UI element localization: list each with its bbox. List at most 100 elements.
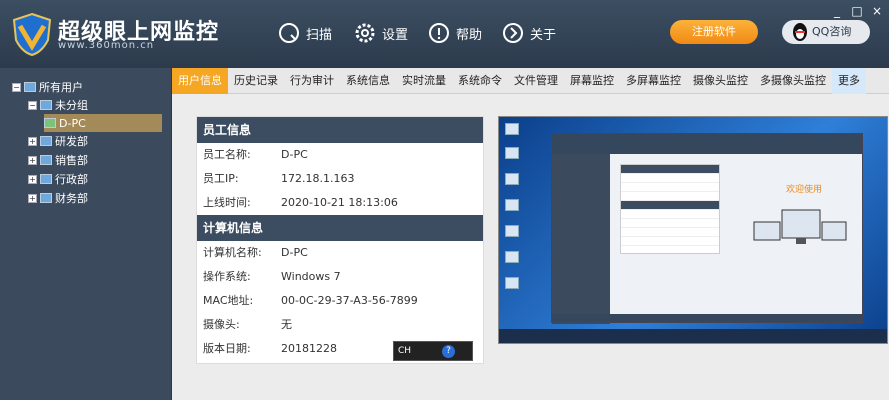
info-label: 员工名称: (203, 148, 251, 161)
desktop-icon (505, 199, 519, 211)
user-info-card: 员工信息 员工名称: D-PC 员工IP: 172.18.1.163 上线时间:… (196, 116, 484, 364)
tree-item-label: D-PC (59, 116, 86, 130)
computer-group-icon (40, 136, 52, 146)
gear-icon (355, 23, 375, 43)
info-value: 无 (281, 318, 292, 331)
computer-group-icon (40, 100, 52, 110)
employee-info-heading: 员工信息 (197, 117, 483, 143)
tree-item-label: 研发部 (55, 135, 88, 148)
tree-item-label: 行政部 (55, 173, 88, 186)
tab-more[interactable]: 更多 (832, 68, 866, 94)
tab-system-info[interactable]: 系统信息 (340, 68, 396, 94)
desktop-icon (505, 147, 519, 159)
qq-penguin-icon (793, 23, 807, 41)
info-value: 00-0C-29-37-A3-56-7899 (281, 294, 418, 307)
shield-logo-icon (12, 12, 52, 56)
nav-help[interactable]: 帮助 (428, 20, 482, 46)
tree-item-label: 销售部 (55, 154, 88, 167)
preview-welcome-text: 欢迎使用 (786, 185, 823, 195)
info-label: 计算机名称: (203, 246, 262, 259)
info-value: 172.18.1.163 (281, 172, 355, 185)
search-icon (279, 23, 299, 43)
function-tabbar: 用户信息 历史记录 行为审计 系统信息 实时流量 系统命令 文件管理 屏幕监控 … (172, 68, 889, 94)
tree-item-finance[interactable]: + 财务部 (28, 189, 88, 207)
tree-item-ungrouped[interactable]: − 未分组 (28, 96, 88, 114)
minimize-button[interactable]: _ (830, 4, 844, 18)
info-row: 计算机名称: D-PC (197, 241, 483, 265)
remote-screen-preview[interactable]: 欢迎使用 (498, 116, 888, 344)
tab-realtime-traffic[interactable]: 实时流量 (396, 68, 452, 94)
tab-file-manager[interactable]: 文件管理 (508, 68, 564, 94)
info-label: 员工IP: (203, 172, 239, 185)
computer-group-icon (40, 174, 52, 184)
tab-screen-monitor[interactable]: 屏幕监控 (564, 68, 620, 94)
tab-system-command[interactable]: 系统命令 (452, 68, 508, 94)
desktop-icon (505, 123, 519, 135)
tree-item-admin[interactable]: + 行政部 (28, 170, 88, 188)
expand-icon[interactable]: + (28, 155, 37, 165)
info-row: 员工IP: 172.18.1.163 (197, 167, 483, 191)
language-code: CH (398, 346, 412, 356)
language-bar[interactable]: CH ? (393, 341, 473, 361)
computer-info-heading: 计算机信息 (197, 215, 483, 241)
nav-settings[interactable]: 设置 (354, 20, 408, 46)
collapse-icon[interactable]: − (12, 82, 21, 92)
nav-help-label: 帮助 (456, 27, 483, 43)
content-area: 员工信息 员工名称: D-PC 员工IP: 172.18.1.163 上线时间:… (172, 94, 889, 400)
info-label: 操作系统: (203, 270, 251, 283)
info-row: MAC地址: 00-0C-29-37-A3-56-7899 (197, 289, 483, 313)
info-value: D-PC (281, 246, 308, 259)
info-value: 2020-10-21 18:13:06 (281, 196, 398, 209)
info-row: 操作系统: Windows 7 (197, 265, 483, 289)
monitors-illustration (753, 209, 847, 244)
chevron-right-icon (503, 23, 523, 43)
tab-history[interactable]: 历史记录 (228, 68, 284, 94)
maximize-button[interactable]: □ (850, 4, 864, 18)
help-icon[interactable]: ? (442, 345, 455, 358)
preview-sidebar (552, 154, 610, 324)
info-value: D-PC (281, 148, 308, 161)
tab-multi-screen[interactable]: 多屏幕监控 (620, 68, 687, 94)
tab-multi-camera[interactable]: 多摄像头监控 (754, 68, 832, 94)
nav-about-label: 关于 (530, 27, 557, 43)
nav-settings-label: 设置 (382, 27, 409, 43)
computer-group-icon (40, 193, 52, 203)
tree-item-label: 所有用户 (39, 81, 83, 94)
tab-user-info[interactable]: 用户信息 (172, 68, 228, 94)
tab-behavior-audit[interactable]: 行为审计 (284, 68, 340, 94)
info-row: 上线时间: 2020-10-21 18:13:06 (197, 191, 483, 215)
info-label: MAC地址: (203, 294, 254, 307)
info-value: Windows 7 (281, 270, 341, 283)
tree-item-all-users[interactable]: − 所有用户 (12, 78, 83, 96)
computer-group-icon (40, 155, 52, 165)
help-icon (429, 23, 449, 43)
desktop-icon (505, 173, 519, 185)
preview-app-header (552, 134, 862, 154)
info-label: 版本日期: (203, 342, 251, 355)
desktop-icon (505, 277, 519, 289)
preview-status-bar (552, 314, 862, 322)
expand-icon[interactable]: + (28, 136, 37, 146)
info-row: 摄像头: 无 (197, 313, 483, 337)
expand-icon[interactable]: + (28, 174, 37, 184)
info-value: 20181228 (281, 342, 337, 355)
preview-info-list (620, 164, 720, 254)
desktop-icon (505, 225, 519, 237)
expand-icon[interactable]: + (28, 193, 37, 203)
nav-about[interactable]: 关于 (502, 20, 556, 46)
collapse-icon[interactable]: − (28, 100, 37, 110)
tree-item-d-pc[interactable]: D-PC (44, 114, 162, 132)
tab-camera-monitor[interactable]: 摄像头监控 (687, 68, 754, 94)
tree-item-rnd[interactable]: + 研发部 (28, 132, 88, 150)
preview-taskbar (499, 329, 887, 343)
qq-consult-button[interactable]: QQ咨询 (782, 20, 870, 44)
user-pc-icon (44, 118, 56, 128)
tree-item-sales[interactable]: + 销售部 (28, 151, 88, 169)
close-button[interactable]: × (870, 4, 884, 18)
nav-scan[interactable]: 扫描 (278, 20, 332, 46)
app-header: 超级眼上网监控 www.360mon.cn 扫描 设置 帮助 关于 注册软件 Q… (0, 0, 889, 68)
info-label: 上线时间: (203, 196, 251, 209)
nav-scan-label: 扫描 (306, 27, 333, 43)
register-button[interactable]: 注册软件 (670, 20, 758, 44)
brand-url: www.360mon.cn (58, 40, 155, 51)
